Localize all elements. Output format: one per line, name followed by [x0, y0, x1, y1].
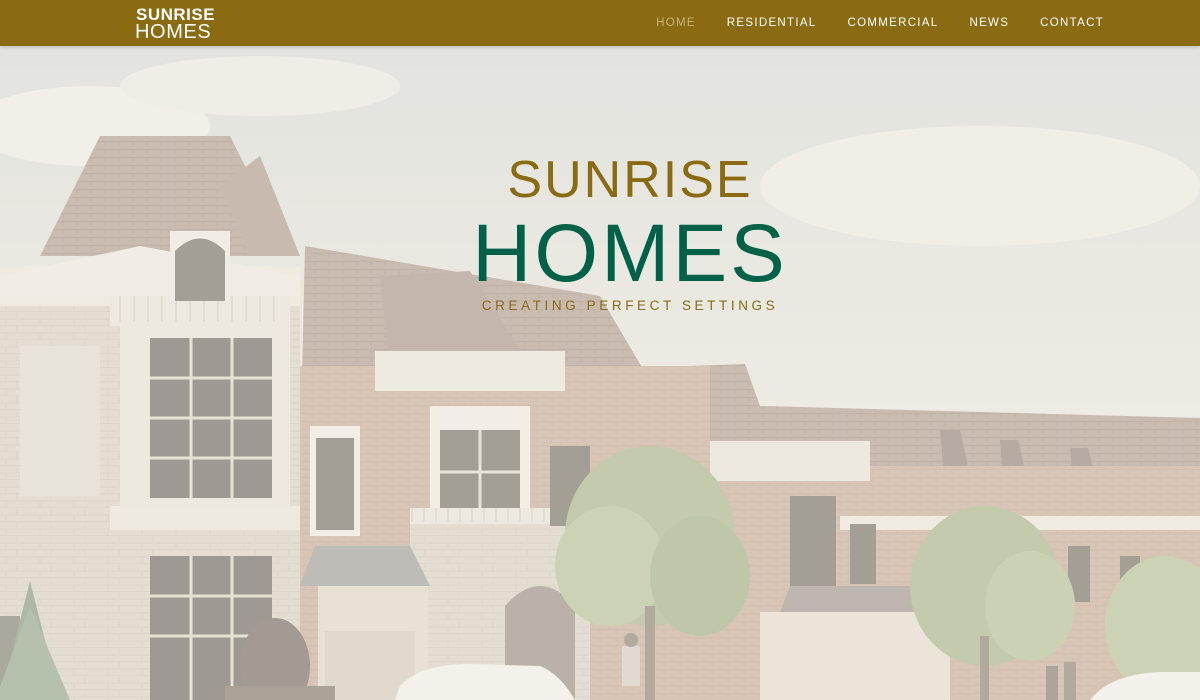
nav-link-residential[interactable]: RESIDENTIAL [727, 17, 817, 29]
hero-logo-line1: SUNRISE [507, 151, 753, 209]
nav-link-home[interactable]: HOME [656, 17, 696, 29]
hero-tagline: CREATING PERFECT SETTINGS [481, 298, 779, 313]
top-navigation-bar: SUNRISE HOMES HOME RESIDENTIAL COMMERCIA… [0, 0, 1200, 46]
hero-logo-line2: HOMES [472, 208, 788, 299]
brand-logo-line2: HOMES [135, 21, 212, 43]
hero-overlay [0, 46, 1200, 700]
nav-link-news[interactable]: NEWS [969, 17, 1009, 29]
nav-link-commercial[interactable]: COMMERCIAL [848, 17, 939, 29]
brand-logo[interactable]: SUNRISE HOMES [135, 6, 230, 43]
hero-section: SUNRISE HOMES CREATING PERFECT SETTINGS [0, 46, 1200, 700]
nav-link-contact[interactable]: CONTACT [1040, 17, 1104, 29]
main-nav: HOME RESIDENTIAL COMMERCIAL NEWS CONTACT [625, 0, 1104, 46]
